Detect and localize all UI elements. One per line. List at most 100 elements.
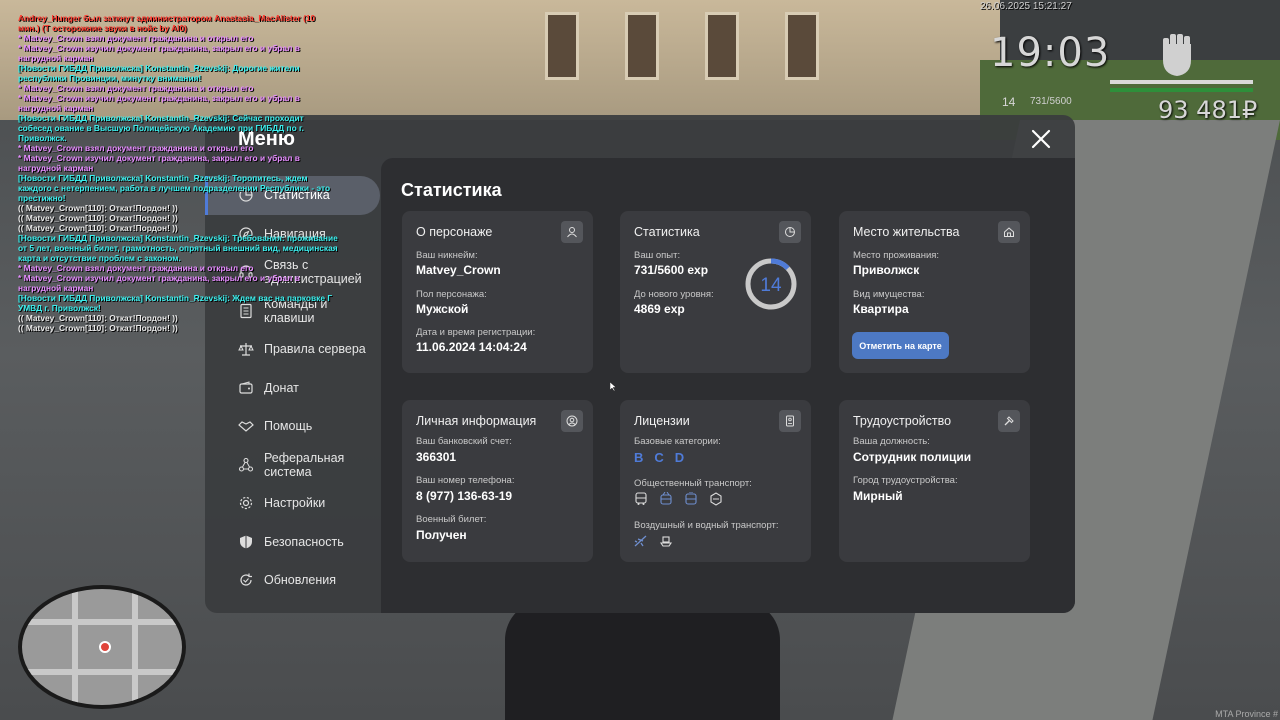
map-road xyxy=(72,589,78,705)
place-value: Приволжск xyxy=(853,263,920,277)
refresh-icon xyxy=(240,573,252,586)
experience-card: Статистика Ваш опыт: 731/5600 exp До нов… xyxy=(620,211,811,373)
nickname-value: Matvey_Crown xyxy=(416,263,501,277)
employment-card: Трудоустройство Ваша должность: Сотрудни… xyxy=(839,400,1030,562)
license-category: C xyxy=(654,450,665,465)
bus-icon xyxy=(635,492,647,505)
gender-label: Пол персонажа: xyxy=(416,289,487,300)
next-level-value: 4869 exp xyxy=(634,302,685,316)
sidebar-item-label: Донат xyxy=(264,380,299,395)
license-category: D xyxy=(674,450,686,465)
chat-line: * Matvey_Crown взял документ гражданина … xyxy=(18,33,254,43)
sidebar-item-5[interactable]: Донат xyxy=(205,369,380,408)
shield-icon xyxy=(240,535,252,549)
scales-icon xyxy=(238,343,254,356)
fist-icon xyxy=(1163,34,1191,76)
licenses-card: Лицензии Базовые категории: BCD Обществе… xyxy=(620,400,811,562)
boat-icon xyxy=(659,536,673,547)
armor-bar xyxy=(1110,80,1253,84)
public-transport-label: Общественный транспорт: xyxy=(634,478,752,489)
sidebar-item-label: Безопасность xyxy=(264,534,344,549)
hud-level: 14 xyxy=(1002,95,1016,109)
residence-card: Место жительства Место проживания: Приво… xyxy=(839,211,1030,373)
hud-time: 19:03 xyxy=(990,30,1111,76)
chat-line: [Новости ГИБДД Приволжска] Konstantin_Rz… xyxy=(18,63,300,83)
exp-label: Ваш опыт: xyxy=(634,250,681,261)
sidebar-item-4[interactable]: Правила сервера xyxy=(205,330,380,369)
chat-line: Andrey_Hunger был заткнут администраторо… xyxy=(18,13,316,33)
exp-value: 731/5600 exp xyxy=(634,263,709,277)
chat-line: [Новости ГИБДД Приволжска] Konstantin_Rz… xyxy=(18,173,331,203)
health-bar xyxy=(1110,88,1253,92)
nickname-label: Ваш никнейм: xyxy=(416,250,478,261)
user-icon xyxy=(561,221,583,243)
sidebar-item-8[interactable]: Настройки xyxy=(205,484,380,523)
pie-chart-icon xyxy=(779,221,801,243)
chat-line: * Matvey_Crown изучил документ гражданин… xyxy=(18,43,300,63)
phone-label: Ваш номер телефона: xyxy=(416,475,515,486)
sidebar-item-label: Реферальная система xyxy=(264,450,345,479)
chat-line: * Matvey_Crown изучил документ гражданин… xyxy=(18,273,300,293)
mark-on-map-button[interactable]: Отметить на карте xyxy=(852,332,949,359)
position-label: Ваша должность: xyxy=(853,436,930,447)
gear-icon xyxy=(239,497,253,510)
chat-line: * Matvey_Crown изучил документ гражданин… xyxy=(18,93,300,113)
card-title: Место жительства xyxy=(853,225,960,239)
chat-line: * Matvey_Crown взял документ гражданина … xyxy=(18,83,254,93)
sidebar-item-6[interactable]: Помощь xyxy=(205,407,380,446)
hud-exp: 731/5600 xyxy=(1030,96,1072,107)
work-city-value: Мирный xyxy=(853,489,903,503)
military-value: Получен xyxy=(416,528,467,542)
chat-line: (( Matvey_Crown[110]: Откат!Пордон! )) xyxy=(18,323,178,333)
map-road xyxy=(22,619,182,625)
user-circle-icon xyxy=(561,410,583,432)
chat-line: [Новости ГИБДД Приволжска] Konstantin_Rz… xyxy=(18,113,304,143)
gender-value: Мужской xyxy=(416,302,469,316)
level-progress-ring: 14 xyxy=(745,258,797,310)
license-category: B xyxy=(634,450,645,465)
air-water-transport-icons xyxy=(634,534,673,548)
chat-line: (( Matvey_Crown[110]: Откат!Пордон! )) xyxy=(18,223,178,233)
panel-title: Статистика xyxy=(401,180,502,200)
sidebar-item-7[interactable]: Реферальная система xyxy=(205,446,380,485)
wallet-icon xyxy=(239,381,253,394)
license-categories: BCD xyxy=(634,450,685,465)
card-title: Статистика xyxy=(634,225,700,239)
close-icon[interactable] xyxy=(1028,126,1054,152)
card-title: Личная информация xyxy=(416,414,537,428)
tram-icon xyxy=(685,492,697,505)
bank-value: 366301 xyxy=(416,450,457,464)
chat-line: * Matvey_Crown взял документ гражданина … xyxy=(18,263,254,273)
minimap xyxy=(18,585,186,709)
sidebar-item-label: Правила сервера xyxy=(264,342,366,357)
work-city-label: Город трудоустройства: xyxy=(853,475,958,486)
airplane-icon xyxy=(634,535,647,547)
sidebar-item-label: Помощь xyxy=(264,419,313,434)
card-title: Трудоустройство xyxy=(853,414,952,428)
sidebar-item-9[interactable]: Безопасность xyxy=(205,523,380,562)
registration-value: 11.06.2024 14:04:24 xyxy=(416,340,527,354)
chat-line: [Новости ГИБДД Приволжска] Konstantin_Rz… xyxy=(18,293,333,313)
chat-log: Andrey_Hunger был заткнут администраторо… xyxy=(18,13,338,333)
card-title: О персонаже xyxy=(416,225,493,239)
chat-line: * Matvey_Crown изучил документ гражданин… xyxy=(18,153,300,173)
level-number: 14 xyxy=(760,275,782,296)
home-icon xyxy=(998,221,1020,243)
personal-info-card: Личная информация Ваш банковский счет: 3… xyxy=(402,400,593,562)
mouse-cursor-icon xyxy=(610,382,616,391)
card-title: Лицензии xyxy=(634,414,690,428)
base-categories-label: Базовые категории: xyxy=(634,436,721,447)
sidebar-item-10[interactable]: Обновления xyxy=(205,561,380,600)
position-value: Сотрудник полиции xyxy=(853,450,972,464)
place-label: Место проживания: xyxy=(853,250,940,261)
player-character xyxy=(505,600,780,720)
chat-line: (( Matvey_Crown[110]: Откат!Пордон! )) xyxy=(18,203,178,213)
hammer-icon xyxy=(998,410,1020,432)
hud-money: 93 481₽ xyxy=(1158,96,1258,124)
player-marker xyxy=(99,641,111,653)
bank-label: Ваш банковский счет: xyxy=(416,436,512,447)
handshake-icon xyxy=(238,421,254,433)
network-icon xyxy=(238,457,254,472)
map-road xyxy=(22,669,182,675)
stats-panel: Статистика О персонаже Ваш никнейм: Matv… xyxy=(381,158,1075,613)
